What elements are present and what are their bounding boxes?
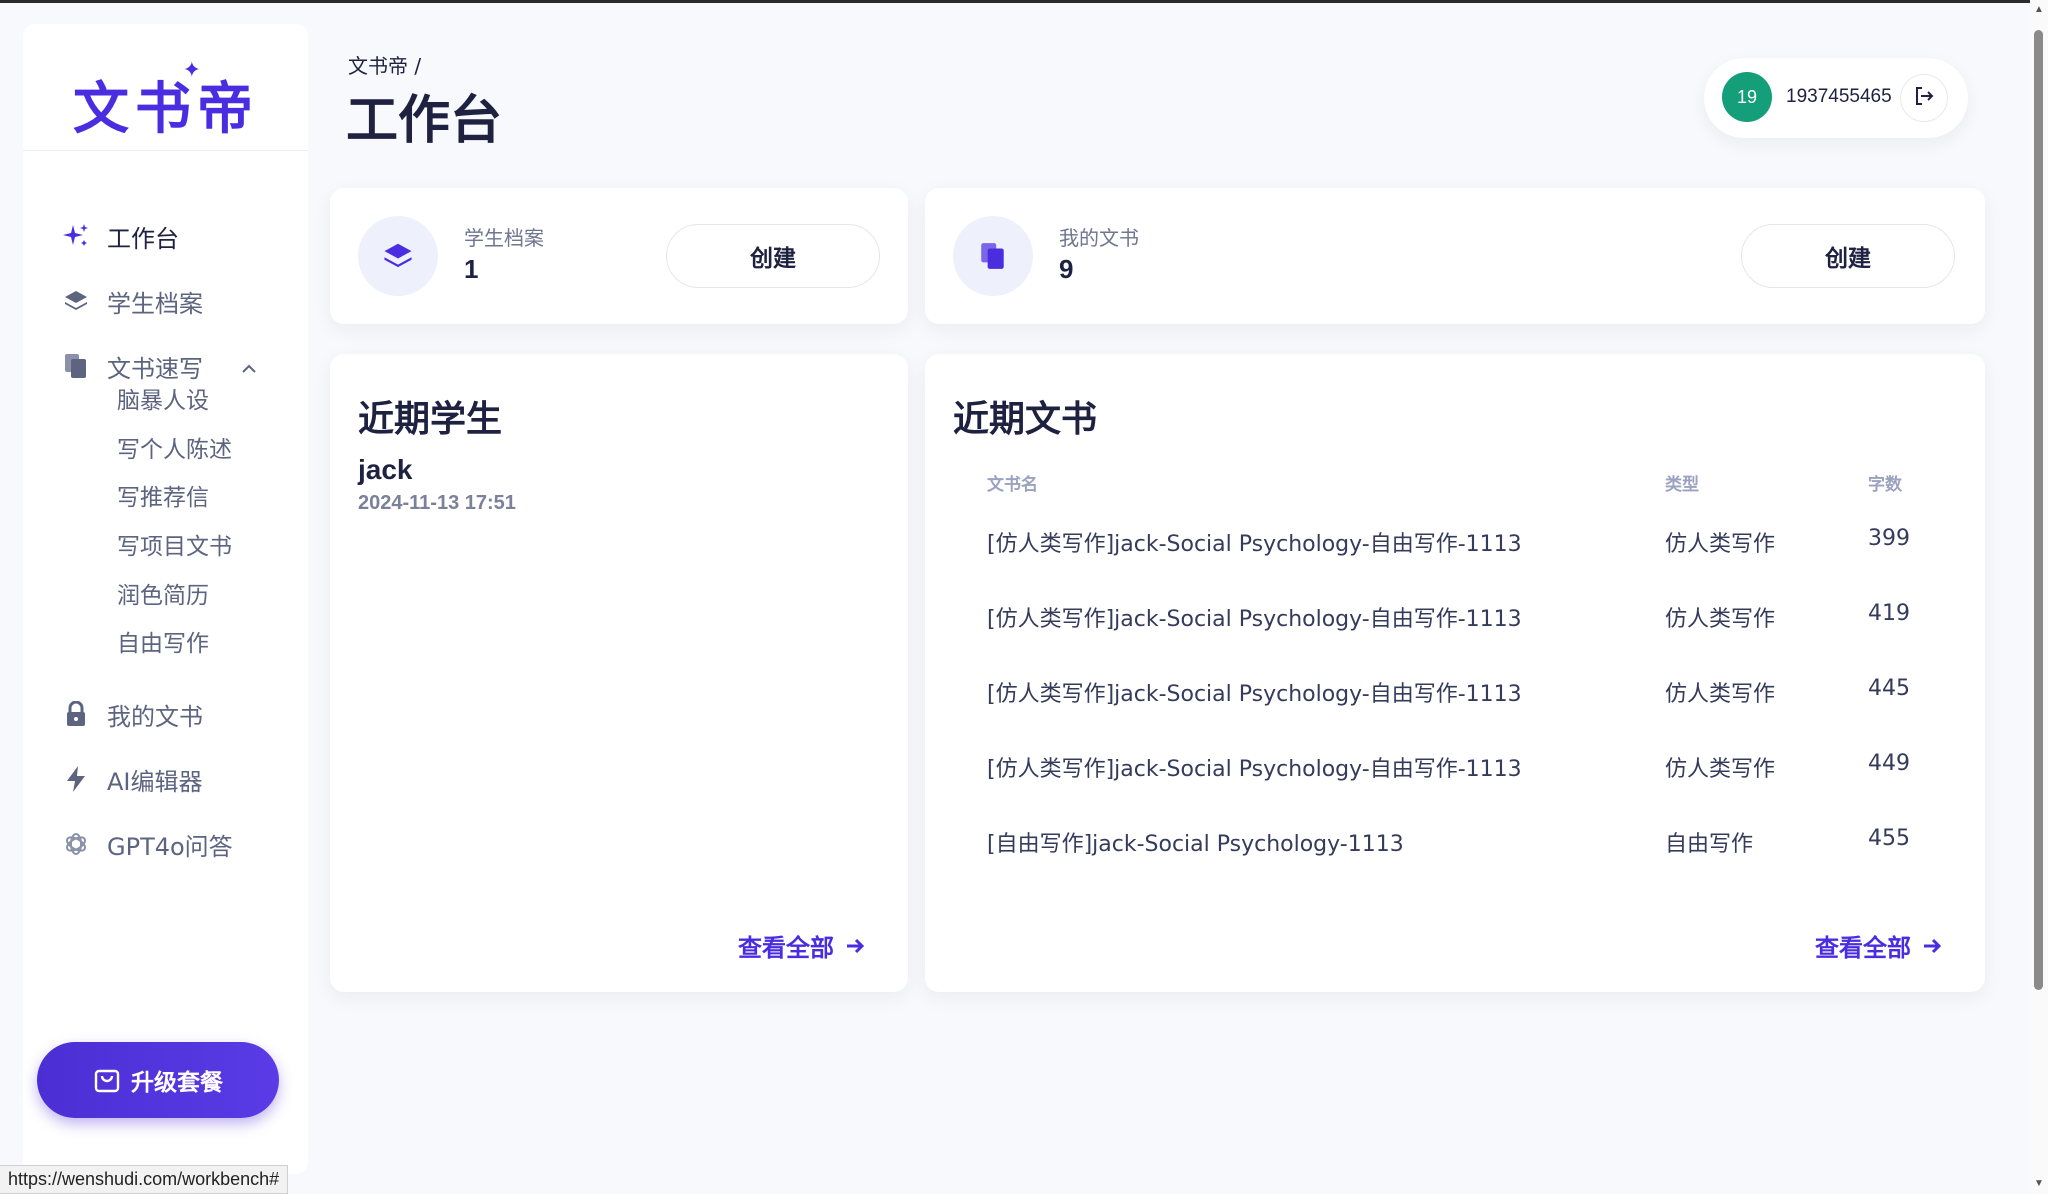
section-title: 近期文书 xyxy=(953,399,1098,440)
sidebar: 文书帝 ✦ 工作台 学生档案 文书速写 脑暴人设 写个人陈述 写推荐信 写项目文… xyxy=(23,24,308,1174)
subitem-brainstorm[interactable]: 脑暴人设 xyxy=(117,381,209,415)
user-menu: 19 1937455465 xyxy=(1704,58,1968,138)
table-row[interactable]: [仿人类写作]jack-Social Psychology-自由写作-1113 … xyxy=(925,518,1985,558)
create-doc-button[interactable]: 创建 xyxy=(1741,224,1955,288)
sidebar-item-gpt4o[interactable]: GPT4o问答 xyxy=(61,824,233,864)
doc-word-count: 455 xyxy=(1868,826,1910,851)
layers-icon xyxy=(61,286,91,316)
student-profiles-stat-card: 学生档案 1 创建 xyxy=(330,188,908,324)
subitem-project-essay[interactable]: 写项目文书 xyxy=(117,527,232,561)
recent-docs-card: 近期文书 文书名 类型 字数 [仿人类写作]jack-Social Psycho… xyxy=(925,354,1985,992)
column-header-name: 文书名 xyxy=(987,475,1038,495)
doc-type: 仿人类写作 xyxy=(1665,607,1776,632)
recent-students-card: 近期学生 jack 2024-11-13 17:51 查看全部 xyxy=(330,354,908,992)
stat-value: 9 xyxy=(1059,254,1074,284)
arrow-right-icon xyxy=(844,935,866,957)
my-docs-stat-card: 我的文书 9 创建 xyxy=(925,188,1985,324)
doc-word-count: 399 xyxy=(1868,526,1910,551)
column-header-count: 字数 xyxy=(1868,475,1902,495)
subitem-personal-statement[interactable]: 写个人陈述 xyxy=(117,430,232,464)
logo-text: 文书帝 xyxy=(73,77,259,142)
logout-button[interactable] xyxy=(1900,74,1948,122)
sidebar-item-label: 文书速写 xyxy=(107,354,203,383)
stat-value: 1 xyxy=(464,254,479,284)
table-row[interactable]: [自由写作]jack-Social Psychology-1113 自由写作 4… xyxy=(925,818,1985,858)
scroll-down-arrow-icon[interactable]: ▼ xyxy=(2033,1178,2045,1190)
subitem-free-writing[interactable]: 自由写作 xyxy=(117,624,209,658)
window-top-border xyxy=(0,0,2048,3)
shopping-bag-icon xyxy=(93,1066,121,1094)
doc-name[interactable]: [仿人类写作]jack-Social Psychology-自由写作-1113 xyxy=(987,751,1522,783)
table-row[interactable]: [仿人类写作]jack-Social Psychology-自由写作-1113 … xyxy=(925,593,1985,633)
create-student-button[interactable]: 创建 xyxy=(666,224,880,288)
doc-type: 自由写作 xyxy=(1665,832,1754,857)
sidebar-item-quick-writing[interactable]: 文书速写 xyxy=(61,346,257,386)
chevron-up-icon[interactable] xyxy=(241,352,257,380)
user-phone: 1937455465 xyxy=(1786,86,1892,107)
status-bar-url: https://wenshudi.com/workbench# xyxy=(0,1165,289,1194)
doc-type: 仿人类写作 xyxy=(1665,757,1776,782)
sidebar-item-workbench[interactable]: 工作台 xyxy=(61,216,179,256)
app-logo[interactable]: 文书帝 ✦ xyxy=(73,58,259,145)
sidebar-item-student-profiles[interactable]: 学生档案 xyxy=(61,281,203,321)
scrollbar-thumb[interactable] xyxy=(2034,30,2043,990)
view-all-students-link[interactable]: 查看全部 xyxy=(738,928,866,963)
openai-icon xyxy=(61,829,91,859)
section-title: 近期学生 xyxy=(358,399,503,440)
sidebar-divider xyxy=(23,150,308,151)
sidebar-item-label: GPT4o问答 xyxy=(107,832,233,861)
page-title: 工作台 xyxy=(346,91,503,151)
stat-label: 我的文书 xyxy=(1059,226,1139,250)
stat-label: 学生档案 xyxy=(464,226,544,250)
subitem-polish-resume[interactable]: 润色简历 xyxy=(117,576,209,610)
table-row[interactable]: [仿人类写作]jack-Social Psychology-自由写作-1113 … xyxy=(925,743,1985,783)
doc-word-count: 419 xyxy=(1868,601,1910,626)
lightning-icon xyxy=(61,764,91,794)
doc-word-count: 449 xyxy=(1868,751,1910,776)
sidebar-item-label: 工作台 xyxy=(107,224,179,253)
upgrade-plan-label: 升级套餐 xyxy=(131,1070,223,1096)
arrow-right-icon xyxy=(1921,935,1943,957)
view-all-docs-link[interactable]: 查看全部 xyxy=(1815,928,1943,963)
avatar[interactable]: 19 xyxy=(1722,72,1772,122)
sidebar-item-label: 学生档案 xyxy=(107,289,203,318)
sidebar-item-ai-editor[interactable]: AI编辑器 xyxy=(61,759,203,799)
sidebar-item-label: AI编辑器 xyxy=(107,767,203,796)
doc-name[interactable]: [自由写作]jack-Social Psychology-1113 xyxy=(987,826,1404,858)
documents-icon xyxy=(953,216,1033,296)
lock-icon xyxy=(61,699,91,729)
breadcrumb[interactable]: 文书帝 / xyxy=(348,50,421,79)
logout-icon xyxy=(1913,85,1935,112)
column-header-type: 类型 xyxy=(1665,475,1699,495)
student-name[interactable]: jack xyxy=(358,454,413,486)
doc-type: 仿人类写作 xyxy=(1665,682,1776,707)
doc-name[interactable]: [仿人类写作]jack-Social Psychology-自由写作-1113 xyxy=(987,526,1522,558)
documents-icon xyxy=(61,351,91,381)
logo-sparkle-icon: ✦ xyxy=(182,58,207,83)
sparkle-icon xyxy=(61,221,91,251)
layers-icon xyxy=(358,216,438,296)
upgrade-plan-button[interactable]: 升级套餐 xyxy=(37,1042,279,1118)
doc-name[interactable]: [仿人类写作]jack-Social Psychology-自由写作-1113 xyxy=(987,601,1522,633)
doc-name[interactable]: [仿人类写作]jack-Social Psychology-自由写作-1113 xyxy=(987,676,1522,708)
sidebar-item-my-docs[interactable]: 我的文书 xyxy=(61,694,203,734)
sidebar-item-label: 我的文书 xyxy=(107,702,203,731)
subitem-recommendation[interactable]: 写推荐信 xyxy=(117,478,209,512)
view-all-label: 查看全部 xyxy=(738,934,834,962)
table-row[interactable]: [仿人类写作]jack-Social Psychology-自由写作-1113 … xyxy=(925,668,1985,708)
doc-word-count: 445 xyxy=(1868,676,1910,701)
scroll-up-arrow-icon[interactable]: ▲ xyxy=(2033,4,2045,16)
doc-type: 仿人类写作 xyxy=(1665,532,1776,557)
student-timestamp: 2024-11-13 17:51 xyxy=(358,492,516,514)
view-all-label: 查看全部 xyxy=(1815,934,1911,962)
